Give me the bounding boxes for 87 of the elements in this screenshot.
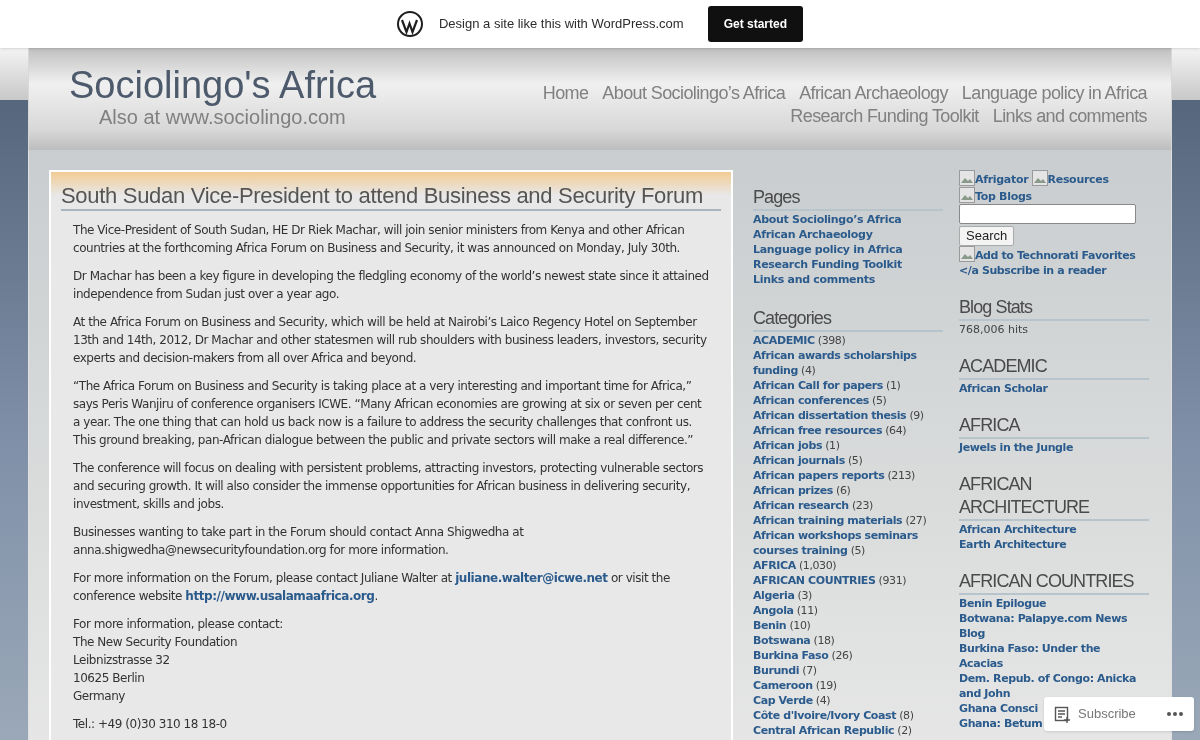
category-link[interactable]: AFRICA (1,030) <box>753 558 943 573</box>
badge-link[interactable]: Afrigator <box>959 173 1029 186</box>
category-link[interactable]: African Call for papers (1) <box>753 378 943 393</box>
category-link[interactable]: African workshops seminars courses training (5) <box>753 528 943 558</box>
category-link[interactable]: Côte d'Ivoire/Ivory Coast (8) <box>753 708 943 723</box>
widget-link[interactable]: African Scholar <box>959 381 1048 396</box>
category-link[interactable]: African awards scholarships funding (4) <box>753 348 943 378</box>
address-line: The New Security Foundation <box>73 634 239 651</box>
page-link[interactable]: Research Funding Toolkit <box>753 257 943 272</box>
category-link[interactable]: Cameroon (19) <box>753 678 943 693</box>
category-link[interactable]: African dissertation thesis (9) <box>753 408 943 423</box>
broken-image-icon <box>959 170 975 186</box>
badge-link[interactable]: Resources <box>1031 173 1109 186</box>
category-link[interactable]: African research (23) <box>753 498 943 513</box>
category-link[interactable]: African free resources (64) <box>753 423 943 438</box>
category-link[interactable]: African papers reports (213) <box>753 468 943 483</box>
article-paragraph: The conference will focus on dealing with persistent problems, attracting investors, protecting vulnerable sectors and securing growth. It will also consider the immense opportunities for African business in delivering security, investment, skills and jobs. <box>73 460 705 513</box>
widget-link[interactable]: Benin Epilogue <box>959 596 1047 611</box>
widget-link[interactable]: Jewels in the Jungle <box>959 440 1073 455</box>
badge-link[interactable]: Top Blogs <box>959 190 1032 203</box>
category-link[interactable]: Angola (11) <box>753 603 943 618</box>
category-link[interactable]: Cap Verde (4) <box>753 693 943 708</box>
page-link[interactable]: About Sociolingo’s Africa <box>753 212 943 227</box>
article-paragraph: For more information on the Forum, please contact Juliane Walter at juliane.walter@icwe.net or visit the conference website http://www.usalamaafrica.org. <box>73 570 671 605</box>
category-link[interactable]: Burundi (7) <box>753 663 943 678</box>
widget-heading: Categories <box>753 307 943 332</box>
site-tagline: Also at www.sociolingo.com <box>99 106 347 128</box>
widget-link[interactable]: Ghana Consci <box>959 701 1038 716</box>
page-link[interactable]: Links and comments <box>753 272 943 287</box>
address-line: Tel.: +49 (0)30 310 18 18-0 <box>73 716 228 733</box>
broken-image-icon <box>959 187 975 203</box>
category-link[interactable]: African training materials (27) <box>753 513 943 528</box>
subscribe-button[interactable]: Subscribe <box>1078 704 1136 724</box>
widget-heading: ACADEMIC <box>959 355 1149 380</box>
widget-heading: Pages <box>753 186 943 211</box>
widget-link[interactable]: African Architecture <box>959 522 1077 537</box>
category-link[interactable]: African conferences (5) <box>753 393 943 408</box>
category-link[interactable]: African prizes (6) <box>753 483 943 498</box>
more-options-icon[interactable] <box>1166 711 1184 717</box>
hit-count: 768,006 hits <box>959 322 1030 337</box>
banner-text: Design a site like this with WordPress.com <box>438 15 684 34</box>
nav-link[interactable]: About Sociolingo’s Africa <box>602 82 786 105</box>
category-link[interactable]: African journals (5) <box>753 453 943 468</box>
broken-image-icon <box>1031 170 1048 186</box>
widget-heading: Blog Stats <box>959 296 1149 321</box>
category-link[interactable]: Benin (10) <box>753 618 943 633</box>
nav-link[interactable]: Language policy in Africa <box>961 82 1147 105</box>
widget-link[interactable]: Botwana: Palapye.com News Blog <box>959 611 1141 641</box>
page-link[interactable]: African Archaeology <box>753 227 943 242</box>
page-link[interactable]: Language policy in Africa <box>753 242 943 257</box>
sidebar-link[interactable]: </a Subscribe in a reader <box>959 263 1149 278</box>
category-link[interactable]: Burkina Faso (26) <box>753 648 943 663</box>
nav-link[interactable]: Links and comments <box>992 105 1147 128</box>
address-line: Leibnizstrasse 32 <box>73 652 171 669</box>
category-link[interactable]: Algeria (3) <box>753 588 943 603</box>
category-link[interactable]: African jobs (1) <box>753 438 943 453</box>
sidebar-link[interactable]: Add to Technorati Favorites <box>959 246 1149 263</box>
subscribe-reader-icon <box>1054 705 1072 723</box>
article-paragraph: At the Africa Forum on Business and Security, which will be held at Nairobi’s Laico Regency Hotel on September 13th and 14th, 2012, Dr Machar and other statesmen will rub shoulders with business leaders, investors, security experts and decision-makers from all over Africa and beyond. <box>73 314 708 367</box>
widget-heading: AFRICAN ARCHITECTURE <box>959 473 1149 521</box>
nav-link[interactable]: Home <box>542 82 589 105</box>
address-line: 10625 Berlin <box>73 670 146 687</box>
widget-heading: AFRICAN COUNTRIES <box>959 570 1149 595</box>
category-link[interactable]: Botswana (18) <box>753 633 943 648</box>
nav-link[interactable]: Research Funding Toolkit <box>790 105 979 128</box>
get-started-button[interactable]: Get started <box>707 6 803 42</box>
article-paragraph: The Vice-President of South Sudan, HE Dr Riek Machar, will join senior ministers from Kenya and other African countries at the forthcoming Africa Forum on Business and Security, it was announced on Monday, July 30th. <box>73 222 686 257</box>
nav-link[interactable]: African Archaeology <box>799 82 948 105</box>
broken-image-icon <box>959 246 975 262</box>
widget-link[interactable]: Burkina Faso: Under the Acacias <box>959 641 1141 671</box>
wordpress-logo-icon <box>396 11 423 37</box>
widget-link[interactable]: Earth Architecture <box>959 537 1067 552</box>
category-link[interactable]: AFRICAN COUNTRIES (931) <box>753 573 943 588</box>
article-paragraph: Dr Machar has been a key figure in developing the fledgling economy of the world’s newest state since it attained independence from Sudan just over a year ago. <box>73 268 709 303</box>
article-link[interactable]: juliane.walter@icwe.net <box>455 571 608 585</box>
address-line: Germany <box>73 688 126 705</box>
widget-link[interactable]: Ghana: Betum <box>959 716 1043 731</box>
search-button[interactable]: Search <box>959 226 1015 246</box>
category-link[interactable]: ACADEMIC (398) <box>753 333 943 348</box>
category-link[interactable]: Central African Republic (2) <box>753 723 943 738</box>
widget-link[interactable]: Dem. Repub. of Congo: Anicka and John <box>959 671 1141 701</box>
article-paragraph: Businesses wanting to take part in the Forum should contact Anna Shigwedha at anna.shigwedha@newsecurityfoundation.org for more information. <box>73 524 525 559</box>
widget-heading: AFRICA <box>959 414 1149 439</box>
site-title[interactable]: Sociolingo's Africa <box>69 64 377 106</box>
article-paragraph: “The Africa Forum on Business and Security is taking place at a very interesting and important time for Africa,” says Peris Wanjiru of conference organisers ICWE. “Many African economies are growing at six or seven per cent a year. The one thing that can hold us back now is a failure to address the security challenges that confront us. This ground breaking, pan-African dialogue between the public and private sectors will make a real difference.” <box>73 378 703 449</box>
address-line: For more information, please contact: <box>73 616 284 633</box>
search-field[interactable] <box>959 204 1136 224</box>
